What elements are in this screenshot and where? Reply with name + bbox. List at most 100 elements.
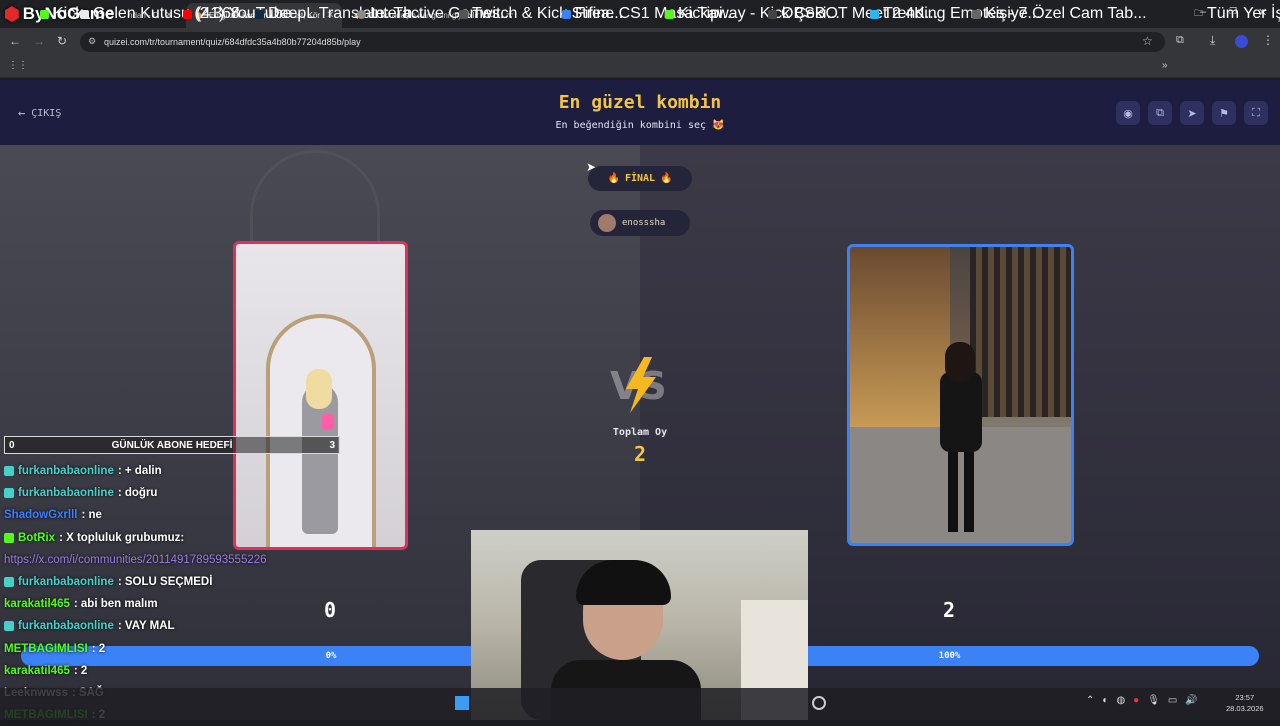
download-icon[interactable]: ⤓ xyxy=(1210,33,1215,48)
share-icon[interactable]: ⧉ xyxy=(1148,101,1172,125)
total-votes-count: 2 xyxy=(633,442,647,466)
hair-shape xyxy=(576,560,671,605)
obsbot-icon xyxy=(768,9,777,19)
steam-icon[interactable]: ◍ xyxy=(1116,695,1125,706)
jacket-shape xyxy=(940,372,982,452)
arrow-left-icon: ← xyxy=(18,106,26,120)
round-badge: 🔥 FİNAL 🔥 xyxy=(588,166,692,191)
eye-icon[interactable]: ◉ xyxy=(1116,101,1140,125)
chat-message: furkanbabaonline: VAY MAL xyxy=(4,615,474,637)
kick-icon xyxy=(40,9,49,19)
all-bookmarks[interactable]: 🗀Tüm Yer İşaretleri xyxy=(1194,5,1280,23)
chat-text: : VAY MAL xyxy=(117,620,175,633)
chat-message: BotRix: X topluluk grubumuz: xyxy=(4,527,474,549)
chat-badge-icon xyxy=(4,532,14,543)
chat-badge-icon xyxy=(4,577,14,588)
clock-date: 28.03.2026 xyxy=(1226,704,1264,713)
chat-message: furkanbabaonline: doğru xyxy=(4,482,474,504)
deepl-icon xyxy=(255,9,264,19)
chat-username: furkanbabaonline xyxy=(18,576,114,589)
chat-username: karakatil465 xyxy=(4,598,70,611)
chat-message: https://x.com/i/communities/201149178959… xyxy=(4,549,474,571)
phone-shape xyxy=(322,414,334,430)
boot-shape xyxy=(964,452,974,532)
chat-message: furkanbabaonline: SOLU SEÇMEDİ xyxy=(4,571,474,593)
chat-text: : SOLU SEÇMEDİ xyxy=(117,576,213,589)
discord-icon[interactable]: ◐ xyxy=(1102,695,1108,706)
chat-text: : X topluluk grubumuz: xyxy=(59,531,185,544)
7tv-icon xyxy=(870,9,879,19)
chat-message: furkanbabaonline: + dalin xyxy=(4,460,474,482)
total-votes-label: Toplam Oy xyxy=(612,427,668,438)
quiz-subtitle: En beğendiğin kombini seç 😻 xyxy=(555,120,725,131)
recording-icon[interactable]: ● xyxy=(1133,695,1139,706)
chat-message: karakatil465: abi ben malım xyxy=(4,593,474,615)
microphone-icon[interactable]: 🎙 xyxy=(1147,695,1160,706)
chat-text: : abi ben malım xyxy=(73,598,158,611)
folder-icon: 🗀 xyxy=(1194,8,1204,18)
sub-goal-current: 0 xyxy=(9,439,15,451)
volume-icon[interactable]: 🔊 xyxy=(1185,695,1197,706)
creator-badge[interactable]: enosssha xyxy=(590,210,690,236)
network-icon[interactable]: ▭ xyxy=(1168,695,1177,706)
building-facade xyxy=(970,247,1071,417)
chevron-up-icon[interactable]: ⌃ xyxy=(1086,695,1094,706)
chat-text: : ne xyxy=(81,509,102,522)
clock-time: 23:57 xyxy=(1235,693,1255,702)
hair-shape xyxy=(306,369,332,409)
youtube-icon xyxy=(183,9,192,19)
chat-message: ShadowGxrlll: ne xyxy=(4,504,474,526)
windows-start-icon[interactable] xyxy=(455,696,469,710)
exit-label: ÇIKIŞ xyxy=(31,107,62,119)
kickaway-icon xyxy=(665,9,674,19)
fullscreen-icon[interactable]: ⛶ xyxy=(1244,101,1268,125)
fire-icon: 🔥 xyxy=(607,173,620,184)
chat-text: : + dalin xyxy=(117,465,162,478)
back-icon[interactable]: ← xyxy=(9,34,21,48)
right-score: 2 xyxy=(942,598,956,622)
more-bookmarks-icon[interactable]: » xyxy=(1162,60,1168,71)
bookmark-kick[interactable]: Kick xyxy=(40,5,83,23)
mouse-cursor: ➤ xyxy=(586,160,597,174)
chat-message: METBAGIMLISI: 2 xyxy=(4,638,474,660)
quiz-title: En güzel kombin xyxy=(558,92,722,113)
chat-badge-icon xyxy=(4,466,14,477)
chat-link[interactable]: https://x.com/i/communities/201149178959… xyxy=(4,554,267,566)
shop-window xyxy=(850,247,950,427)
chat-username: METBAGIMLISI xyxy=(4,642,88,655)
chat-text: : doğru xyxy=(117,487,158,500)
exit-button[interactable]: ← ÇIKIŞ xyxy=(18,106,61,120)
cp-icon xyxy=(459,9,468,19)
apps-grid-icon[interactable]: ⋮⋮ xyxy=(8,60,28,71)
chat-badge-icon xyxy=(4,621,14,632)
bookmark-star-icon[interactable]: ☆ xyxy=(1142,34,1153,48)
address-bar[interactable]: quizei.com/tr/tournament/quiz/684dfdc35a… xyxy=(80,32,1165,52)
flag-icon[interactable]: ⚑ xyxy=(1212,101,1236,125)
app-icon[interactable] xyxy=(812,696,826,710)
send-icon[interactable]: ➤ xyxy=(1180,101,1204,125)
taskbar-clock[interactable]: 23:57 28.03.2026 xyxy=(1226,692,1264,714)
sub-goal-target: 3 xyxy=(329,439,335,451)
chat-username: furkanbabaonline xyxy=(18,465,114,478)
chat-username: furkanbabaonline xyxy=(18,487,114,500)
round-label: FİNAL xyxy=(624,173,656,184)
right-percent-label: 100% xyxy=(938,651,961,661)
sub-goal-label: GÜNLÜK ABONE HEDEFİ xyxy=(111,439,233,451)
reload-icon[interactable]: ↻ xyxy=(57,34,67,48)
forward-icon[interactable]: → xyxy=(33,34,45,48)
system-tray: ⌃ ◐ ◍ ● 🎙 ▭ 🔊 xyxy=(1086,695,1198,706)
sub-goal-bar: 0 GÜNLÜK ABONE HEDEFİ 3 xyxy=(4,436,340,454)
bookmark-cam-tablo[interactable]: Kişiye Özel Cam Tab... xyxy=(972,5,1147,23)
url-text: quizei.com/tr/tournament/quiz/684dfdc35a… xyxy=(104,37,361,47)
boot-shape xyxy=(948,452,958,532)
chat-username: karakatil465 xyxy=(4,664,70,677)
profile-avatar[interactable] xyxy=(1235,35,1248,48)
chat-message: karakatil465: 2 xyxy=(4,660,474,682)
site-info-icon[interactable]: ⚙ xyxy=(88,36,96,47)
choice-card-right[interactable] xyxy=(847,244,1074,546)
extensions-icon[interactable]: ⧉ xyxy=(1176,34,1184,47)
chat-text: : 2 xyxy=(73,664,88,677)
vs-emblem: VS xyxy=(610,357,667,413)
menu-icon[interactable]: ⋮ xyxy=(1262,33,1274,47)
creator-name: enosssha xyxy=(622,218,666,228)
